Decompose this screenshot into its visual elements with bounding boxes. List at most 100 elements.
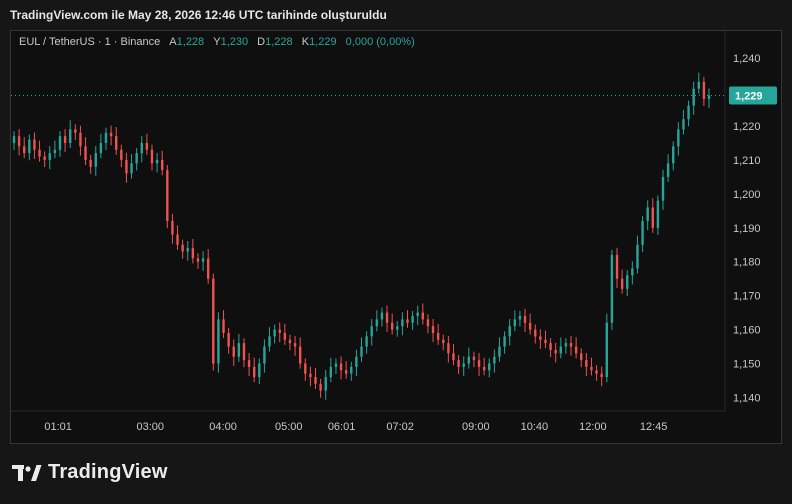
candle-body[interactable] bbox=[390, 322, 394, 330]
candle-body[interactable] bbox=[447, 343, 450, 354]
candle-body[interactable] bbox=[534, 329, 537, 337]
candle-body[interactable] bbox=[329, 366, 333, 378]
candle-body[interactable] bbox=[385, 312, 389, 323]
candle-body[interactable] bbox=[472, 356, 476, 361]
candle-body[interactable] bbox=[503, 336, 506, 347]
candle-body[interactable] bbox=[574, 346, 578, 354]
candle-body[interactable] bbox=[477, 360, 481, 367]
candle-body[interactable] bbox=[406, 319, 409, 323]
candle-body[interactable] bbox=[227, 332, 230, 347]
candle-body[interactable] bbox=[426, 319, 430, 327]
candle-body[interactable] bbox=[528, 322, 532, 330]
candle-body[interactable] bbox=[79, 132, 82, 147]
candle-body[interactable] bbox=[375, 319, 379, 327]
candle-body[interactable] bbox=[171, 221, 174, 235]
candle-body[interactable] bbox=[84, 146, 87, 160]
candle-body[interactable] bbox=[58, 136, 62, 150]
candle-body[interactable] bbox=[28, 139, 31, 154]
candle-body[interactable] bbox=[431, 326, 435, 333]
candle-body[interactable] bbox=[615, 254, 619, 279]
candle-body[interactable] bbox=[677, 129, 680, 147]
candle-body[interactable] bbox=[176, 234, 179, 245]
candle-body[interactable] bbox=[324, 377, 327, 391]
candle-body[interactable] bbox=[692, 88, 695, 106]
candle-body[interactable] bbox=[130, 163, 133, 174]
candle-body[interactable] bbox=[672, 146, 675, 164]
candle-body[interactable] bbox=[74, 129, 77, 133]
candle-body[interactable] bbox=[242, 343, 246, 361]
candle-body[interactable] bbox=[304, 363, 307, 374]
candle-body[interactable] bbox=[636, 244, 639, 269]
candle-body[interactable] bbox=[467, 356, 471, 364]
candle-body[interactable] bbox=[564, 343, 568, 347]
candle-body[interactable] bbox=[631, 268, 634, 276]
candle-body[interactable] bbox=[682, 119, 685, 130]
candle-body[interactable] bbox=[206, 258, 210, 279]
candle-body[interactable] bbox=[186, 248, 189, 252]
candle-body[interactable] bbox=[222, 319, 225, 333]
candle-body[interactable] bbox=[99, 142, 103, 154]
candle-body[interactable] bbox=[396, 326, 399, 330]
candle-body[interactable] bbox=[488, 363, 491, 371]
candle-body[interactable] bbox=[508, 326, 511, 337]
candle-body[interactable] bbox=[155, 159, 159, 164]
candle-body[interactable] bbox=[523, 316, 527, 323]
candle-body[interactable] bbox=[513, 319, 517, 327]
candle-body[interactable] bbox=[38, 149, 41, 157]
candle-body[interactable] bbox=[350, 366, 353, 374]
candle-body[interactable] bbox=[288, 339, 292, 344]
candle-body[interactable] bbox=[457, 360, 460, 367]
candle-body[interactable] bbox=[687, 105, 690, 120]
candle-body[interactable] bbox=[702, 81, 706, 99]
candle-body[interactable] bbox=[217, 319, 220, 364]
candle-body[interactable] bbox=[109, 132, 113, 137]
candle-body[interactable] bbox=[69, 129, 72, 143]
candle-body[interactable] bbox=[247, 360, 251, 367]
candle-body[interactable] bbox=[12, 136, 16, 143]
candle-body[interactable] bbox=[498, 346, 501, 357]
candle-body[interactable] bbox=[569, 343, 573, 347]
candle-body[interactable] bbox=[232, 346, 235, 357]
candle-body[interactable] bbox=[462, 363, 465, 367]
candle-body[interactable] bbox=[697, 81, 700, 89]
candle-body[interactable] bbox=[125, 159, 128, 174]
candle-body[interactable] bbox=[283, 332, 287, 340]
candle-body[interactable] bbox=[707, 95, 711, 99]
candle-body[interactable] bbox=[610, 254, 614, 323]
candle-body[interactable] bbox=[237, 343, 241, 357]
candle-body[interactable] bbox=[585, 360, 588, 367]
candle-body[interactable] bbox=[401, 319, 404, 327]
candle-body[interactable] bbox=[595, 370, 598, 374]
candle-body[interactable] bbox=[380, 312, 384, 320]
candle-body[interactable] bbox=[646, 207, 649, 221]
candle-body[interactable] bbox=[355, 356, 358, 367]
candle-body[interactable] bbox=[166, 170, 169, 221]
candle-body[interactable] bbox=[360, 346, 363, 357]
candle-body[interactable] bbox=[268, 336, 271, 347]
candle-body[interactable] bbox=[421, 312, 425, 320]
candle-body[interactable] bbox=[314, 377, 317, 384]
candle-body[interactable] bbox=[493, 356, 496, 364]
candle-body[interactable] bbox=[666, 163, 670, 177]
candle-body[interactable] bbox=[626, 275, 629, 289]
candle-body[interactable] bbox=[411, 316, 414, 323]
candle-body[interactable] bbox=[549, 343, 552, 350]
candle-body[interactable] bbox=[258, 363, 261, 378]
candle-body[interactable] bbox=[442, 339, 445, 344]
candle-body[interactable] bbox=[191, 248, 195, 259]
candle-body[interactable] bbox=[23, 146, 26, 154]
candle-body[interactable] bbox=[334, 363, 338, 367]
candle-body[interactable] bbox=[580, 353, 583, 361]
candle-body[interactable] bbox=[104, 132, 108, 143]
candle-body[interactable] bbox=[273, 329, 276, 337]
candle-body[interactable] bbox=[365, 336, 368, 347]
candle-body[interactable] bbox=[309, 373, 312, 378]
candle-body[interactable] bbox=[293, 343, 297, 347]
candle-body[interactable] bbox=[605, 322, 608, 378]
candle-body[interactable] bbox=[48, 153, 51, 160]
candlestick-chart[interactable]: 1,240 1,230 1,220 1,210 1,200 1,190 1,180 1,170… bbox=[11, 31, 781, 443]
candle-body[interactable] bbox=[482, 366, 486, 371]
candle-body[interactable] bbox=[135, 153, 138, 164]
candle-body[interactable] bbox=[140, 142, 143, 154]
candle-body[interactable] bbox=[212, 278, 215, 364]
